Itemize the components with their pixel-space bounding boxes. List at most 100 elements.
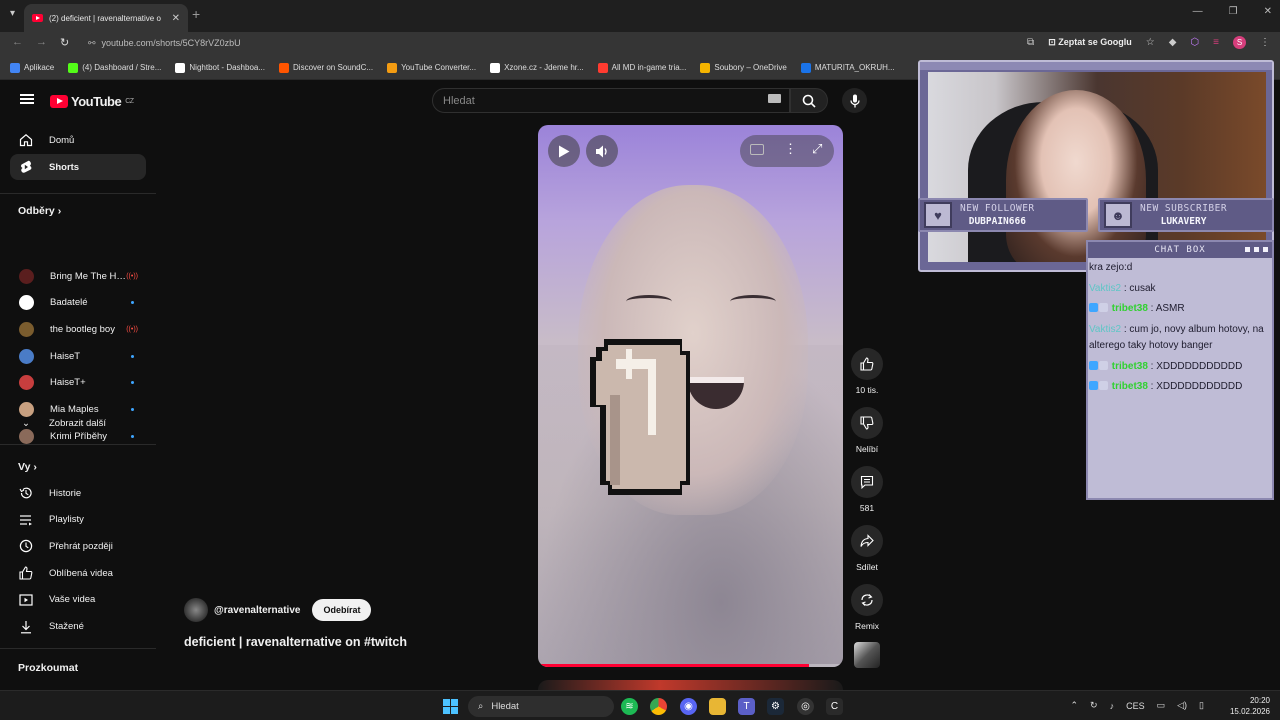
dislike-button[interactable]: Nelíbí (850, 407, 884, 454)
subscriptions-heading[interactable]: Odběry › (18, 205, 61, 217)
extension-icon[interactable]: ◆ (1169, 37, 1177, 48)
sidebar-item-home[interactable]: Domů (10, 127, 146, 153)
playback-progress-fill (538, 664, 810, 667)
minimize-icon[interactable]: — (1193, 6, 1203, 17)
url-field[interactable]: ⚯ youtube.com/shorts/5CY8rVZ0zbU (88, 38, 241, 49)
profile-avatar[interactable]: S (1233, 36, 1246, 49)
search-icon (802, 94, 816, 108)
keyboard-icon[interactable] (768, 94, 781, 103)
menu-hamburger-icon[interactable] (20, 94, 34, 104)
media-icon[interactable]: ≡ (1213, 37, 1219, 48)
captions-icon[interactable] (750, 144, 764, 155)
like-count: 10 tis. (855, 385, 879, 395)
subscription-item[interactable]: Badatelé (10, 290, 146, 316)
taskbar-clock[interactable]: 20:20 15.02.2026 (1230, 695, 1270, 717)
bookmark-item[interactable]: Discover on SoundC... (279, 62, 373, 73)
bookmark-item[interactable]: MATURITA_OKRUH... (800, 62, 895, 73)
more-options-icon[interactable]: ⋮ (784, 141, 797, 157)
steam-icon[interactable]: ⚙ (767, 698, 784, 715)
sidebar-item-like[interactable]: Oblíbená videa (10, 560, 146, 586)
subscribe-button[interactable]: Odebírat (312, 599, 372, 621)
subscription-item[interactable]: Bring Me The Ho... ((•)) (10, 263, 146, 289)
like-button[interactable]: 10 tis. (850, 348, 884, 395)
discord-icon[interactable]: ◉ (680, 698, 697, 715)
menu-kebab-icon[interactable]: ⋮ (1260, 37, 1270, 48)
youtube-logo[interactable]: YouTube CZ (50, 94, 134, 109)
spotify-icon[interactable]: ≋ (621, 698, 638, 715)
chat-username: tribet38 (1111, 360, 1148, 372)
bookmark-item[interactable]: (4) Dashboard / Stre... (68, 62, 161, 73)
sidebar-item-shorts[interactable]: Shorts (10, 154, 146, 180)
site-info-icon[interactable]: ⚯ (88, 38, 96, 48)
taskbar-search[interactable]: ⌕ Hledat (468, 696, 614, 717)
sidebar-item-history[interactable]: Historie (10, 480, 146, 506)
audio-source-thumbnail[interactable] (854, 642, 880, 668)
cast-icon[interactable]: ⧉ (1027, 37, 1034, 48)
subscription-label: the bootleg boy (50, 323, 115, 335)
subscription-item[interactable]: HaiseT+ (10, 370, 146, 396)
tab-search-icon[interactable]: ▾ (10, 8, 15, 19)
bookmark-item[interactable]: Soubory – OneDrive (700, 62, 787, 73)
extensions-puzzle-icon[interactable]: ⬡ (1190, 37, 1199, 48)
next-short-preview[interactable] (538, 680, 843, 690)
language-indicator[interactable]: CES (1126, 701, 1145, 711)
chat-text: : cusak (1121, 282, 1156, 294)
share-button[interactable]: Sdílet (850, 525, 884, 572)
back-icon[interactable]: ← (12, 36, 23, 48)
sidebar-item-label: Přehrát později (49, 540, 113, 552)
channel-avatar[interactable] (184, 598, 208, 622)
you-heading[interactable]: Vy › (18, 461, 37, 473)
app-c-icon[interactable]: C (826, 698, 843, 715)
chrome-icon[interactable] (650, 698, 667, 715)
search-button[interactable] (790, 88, 828, 113)
subscription-item[interactable]: the bootleg boy ((•)) (10, 316, 146, 342)
subscription-item[interactable]: HaiseT (10, 343, 146, 369)
network-icon[interactable]: ▭ (1157, 700, 1166, 711)
chat-message: Vaktis2 : cum jo, novy album hotovy, na … (1089, 322, 1271, 355)
windows-start-icon[interactable] (443, 699, 458, 714)
short-title[interactable]: deficient | ravenalternative on #twitch (184, 635, 407, 649)
channel-avatar (19, 295, 34, 311)
file-explorer-icon[interactable] (709, 698, 726, 715)
volume-button[interactable] (586, 135, 618, 167)
volume-icon[interactable]: ◁) (1177, 700, 1187, 711)
fullscreen-icon[interactable]: ⤢ (812, 141, 822, 157)
remix-button[interactable]: Remix (850, 584, 884, 631)
teams-icon[interactable]: T (738, 698, 755, 715)
tray-mic-icon[interactable]: ♪ (1110, 701, 1115, 711)
channel-name[interactable]: @ravenalternative (214, 605, 300, 616)
ask-google-button[interactable]: ⊡ Zeptat se Googlu (1048, 37, 1132, 48)
sidebar-item-label: Vaše videa (49, 594, 96, 606)
reload-icon[interactable]: ↻ (60, 36, 69, 49)
voice-search-button[interactable] (842, 88, 867, 113)
comments-button[interactable]: 581 (850, 466, 884, 513)
battery-icon[interactable]: ▯ (1199, 700, 1204, 711)
bookmark-star-icon[interactable]: ☆ (1146, 37, 1155, 48)
browser-tab-active[interactable]: (2) deficient | ravenalternative o ✕ (24, 4, 188, 32)
sidebar-item-download[interactable]: Stažené (10, 614, 146, 640)
tray-sync-icon[interactable]: ↻ (1090, 700, 1098, 711)
maximize-icon[interactable]: ❐ (1229, 6, 1238, 17)
shorts-player[interactable]: ⋮ ⤢ (538, 125, 843, 667)
bookmark-item[interactable]: Aplikace (10, 62, 54, 73)
play-button[interactable] (548, 135, 580, 167)
bookmark-item[interactable]: Nightbot - Dashboa... (175, 62, 265, 73)
bookmark-item[interactable]: YouTube Converter... (387, 62, 476, 73)
tab-close-icon[interactable]: ✕ (172, 13, 180, 24)
show-more-button[interactable]: ⌄ Zobrazit další (10, 410, 146, 436)
bookmark-item[interactable]: All MD in-game tria... (597, 62, 686, 73)
search-input[interactable]: Hledat (432, 88, 790, 113)
sidebar-item-label: Playlisty (49, 514, 84, 526)
sidebar-item-playlist[interactable]: Playlisty (10, 507, 146, 533)
forward-icon[interactable]: → (36, 36, 47, 48)
obs-icon[interactable]: ◎ (797, 698, 814, 715)
sidebar-item-clock[interactable]: Přehrát později (10, 533, 146, 559)
new-tab-icon[interactable]: + (192, 6, 200, 22)
sidebar-item-video[interactable]: Vaše videa (10, 587, 146, 613)
playlist-icon (19, 513, 33, 527)
tray-chevron-up-icon[interactable]: ⌃ (1071, 700, 1079, 711)
bookmark-item[interactable]: Xzone.cz - Jdeme hr... (490, 62, 584, 73)
close-window-icon[interactable]: ✕ (1264, 6, 1272, 17)
playback-progress-bar[interactable] (538, 664, 843, 667)
player-controls: ⋮ ⤢ (538, 125, 843, 185)
